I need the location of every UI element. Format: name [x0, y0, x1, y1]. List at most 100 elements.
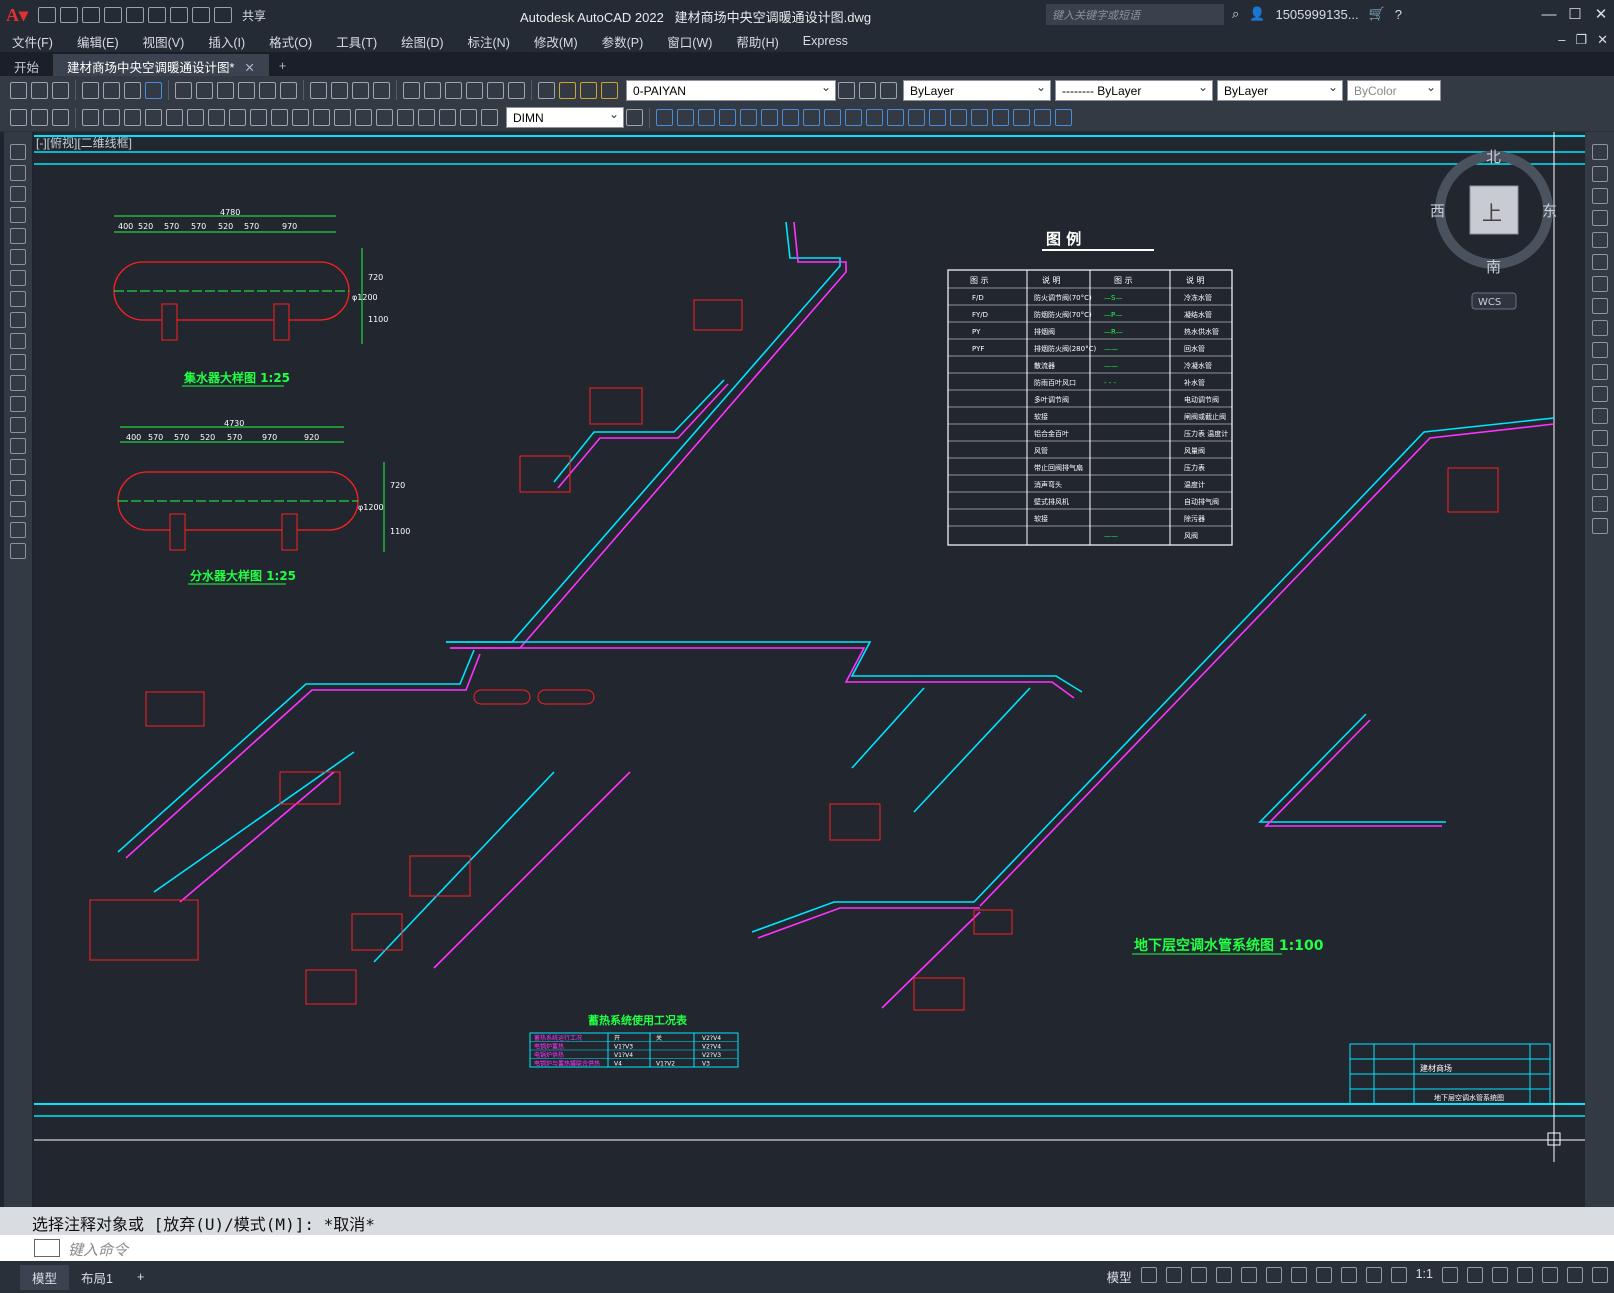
doc-restore-icon[interactable]: ❐	[1575, 32, 1587, 48]
menu-draw[interactable]: 绘图(D)	[389, 32, 455, 51]
menu-format[interactable]: 格式(O)	[257, 32, 324, 51]
chamfer-icon[interactable]	[908, 109, 925, 126]
auto-scale-icon[interactable]	[1365, 1267, 1382, 1283]
layer-properties-icon[interactable]	[538, 81, 555, 99]
menu-view[interactable]: 视图(V)	[131, 32, 197, 51]
line-icon[interactable]	[10, 144, 26, 160]
dim-update-icon[interactable]	[481, 109, 498, 126]
grid-icon[interactable]	[1140, 1267, 1157, 1283]
calculator-icon[interactable]	[487, 81, 504, 99]
angular-dim-icon[interactable]	[229, 109, 246, 126]
autocad-logo-icon[interactable]: A▾	[0, 0, 34, 30]
chamfer-icon[interactable]	[1591, 452, 1608, 468]
make-current-icon[interactable]	[838, 81, 855, 99]
radius-dim-icon[interactable]	[166, 109, 183, 126]
viewcube[interactable]: 上 北 南 东 西 WCS	[1430, 148, 1557, 310]
layer-states-icon[interactable]	[880, 81, 897, 99]
plot-preview-icon[interactable]	[126, 7, 144, 23]
isodraft-icon[interactable]	[1240, 1267, 1257, 1283]
ortho-icon[interactable]	[1190, 1267, 1207, 1283]
cut-icon[interactable]	[175, 81, 192, 99]
clean-screen-icon[interactable]	[1567, 1267, 1583, 1283]
continue-dim-icon[interactable]	[292, 109, 309, 126]
explode-icon[interactable]	[1591, 518, 1608, 534]
command-input[interactable]: 键入命令	[0, 1235, 1614, 1261]
pan-icon[interactable]	[310, 81, 327, 99]
wcs-label[interactable]: WCS	[1478, 297, 1501, 308]
undo-icon[interactable]	[192, 7, 210, 23]
doc-close-icon[interactable]: ✕	[1597, 32, 1608, 48]
ordinate-dim-icon[interactable]	[145, 109, 162, 126]
user-name[interactable]: 1505999135...	[1275, 7, 1358, 22]
make-block-icon[interactable]	[10, 396, 26, 412]
layer-freeze-icon[interactable]	[580, 81, 597, 99]
minimize-icon[interactable]: —	[1536, 0, 1562, 30]
ellipse-arc-icon[interactable]	[10, 354, 26, 370]
send-back-icon[interactable]	[52, 109, 69, 126]
quick-dim-icon[interactable]	[250, 109, 267, 126]
baseline-dim-icon[interactable]	[271, 109, 288, 126]
insert-block-icon[interactable]	[10, 375, 26, 391]
point-icon[interactable]	[10, 417, 26, 433]
layer-on-icon[interactable]	[559, 81, 576, 99]
save-as-icon[interactable]	[104, 7, 122, 23]
search-input[interactable]: 键入关键字或短语	[1046, 4, 1224, 25]
trim-icon[interactable]	[824, 109, 841, 126]
workspace-gear-icon[interactable]	[1442, 1267, 1458, 1283]
doc-minimize-icon[interactable]: –	[1558, 32, 1565, 48]
linear-dim-icon[interactable]	[82, 109, 99, 126]
dimstyle-dropdown[interactable]: DIMN	[506, 107, 624, 128]
menu-help[interactable]: 帮助(H)	[724, 32, 790, 51]
hardware-acceleration-icon[interactable]	[1542, 1267, 1558, 1283]
copy-object-icon[interactable]	[656, 109, 673, 126]
save-icon[interactable]	[52, 81, 69, 99]
menu-file[interactable]: 文件(F)	[0, 32, 65, 51]
dim-space-icon[interactable]	[313, 109, 330, 126]
menu-parametric[interactable]: 参数(P)	[590, 32, 656, 51]
tab-start[interactable]: 开始	[0, 54, 53, 76]
menu-window[interactable]: 窗口(W)	[655, 32, 724, 51]
join-icon[interactable]	[1591, 430, 1608, 446]
layer-lock-icon[interactable]	[601, 81, 618, 99]
stretch-icon[interactable]	[1591, 320, 1608, 336]
save-icon[interactable]	[82, 7, 100, 23]
point-icon[interactable]	[1013, 109, 1030, 126]
extend-icon[interactable]	[1591, 364, 1608, 380]
arc-icon[interactable]	[10, 249, 26, 265]
menu-dimension[interactable]: 标注(N)	[456, 32, 522, 51]
dim-text-edit-icon[interactable]	[460, 109, 477, 126]
insert-block-icon[interactable]	[971, 109, 988, 126]
rotate-icon[interactable]	[1591, 276, 1608, 292]
units-icon[interactable]	[1492, 1267, 1508, 1283]
publish-icon[interactable]	[148, 7, 166, 23]
center-mark-icon[interactable]	[376, 109, 393, 126]
jogged-dim-icon[interactable]	[187, 109, 204, 126]
tab-close-icon[interactable]: ✕	[244, 61, 254, 75]
offset-icon[interactable]	[1591, 210, 1608, 226]
array-icon[interactable]	[719, 109, 736, 126]
polyline-icon[interactable]	[10, 186, 26, 202]
bring-front-icon[interactable]	[31, 109, 48, 126]
spline-icon[interactable]	[10, 312, 26, 328]
construction-line-icon[interactable]	[10, 165, 26, 181]
tab-drawing[interactable]: 建材商场中央空调暖通设计图* ✕	[53, 54, 269, 76]
tab-layout1[interactable]: 布局1	[69, 1265, 125, 1290]
snap-icon[interactable]	[1165, 1267, 1182, 1283]
multiline-text-icon[interactable]	[10, 522, 26, 538]
layer-dropdown[interactable]: 0-PAIYAN	[626, 79, 836, 101]
match-properties-icon[interactable]	[238, 81, 255, 99]
viewcube-west[interactable]: 西	[1430, 202, 1445, 220]
search-icon[interactable]: ⌕	[1232, 6, 1239, 22]
close-icon[interactable]: ✕	[1588, 0, 1614, 30]
polar-icon[interactable]	[1215, 1267, 1232, 1283]
model-space-toggle[interactable]: 模型	[1107, 1267, 1132, 1285]
revision-cloud-icon[interactable]	[10, 291, 26, 307]
scale-dropdown[interactable]: 1:1	[1416, 1267, 1433, 1283]
lineweight-icon[interactable]	[1315, 1267, 1332, 1283]
table-icon[interactable]	[10, 501, 26, 517]
rotate-icon[interactable]	[761, 109, 778, 126]
drawing-canvas[interactable]: [-][俯视][二维线框] 4780 400 520 570 570 520 5…	[34, 132, 1585, 1207]
zoom-window-icon[interactable]	[352, 81, 369, 99]
cart-icon[interactable]: 🛒	[1369, 6, 1385, 22]
viewcube-east[interactable]: 东	[1542, 202, 1557, 220]
